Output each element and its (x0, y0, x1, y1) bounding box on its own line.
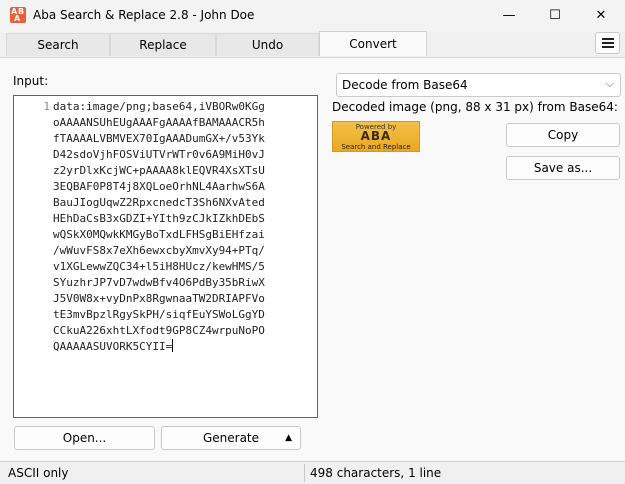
generate-label: Generate (202, 431, 260, 445)
code-line: CCkuA226xhtLXfodt9GP8CZ4wrpuNoPO (53, 324, 265, 337)
title-bar: A B A Aba Search & Replace 2.8 - John Do… (0, 0, 625, 32)
arrow-up-icon: ▲ (285, 433, 292, 443)
input-label: Input: (13, 74, 49, 88)
tab-convert[interactable]: Convert (319, 31, 427, 56)
code-line: wQSkX0MQwkKMGyBoTxdLFHSgBiEHfzai (53, 228, 265, 241)
status-divider (304, 464, 305, 482)
tab-bar: Search Replace Undo Convert (6, 31, 580, 57)
code-line: tE3mvBpzlRgySkPH/siqfEuYSWoLGgYD (53, 308, 265, 321)
maximize-button[interactable]: ☐ (532, 0, 578, 32)
copy-button[interactable]: Copy (506, 123, 620, 147)
close-icon: ✕ (595, 8, 607, 23)
code-line: D42sdoVjhFOSViUTVrWTr0v6A9MiH0vJ (53, 148, 265, 161)
tab-replace[interactable]: Replace (110, 33, 216, 56)
line-number: 1 (43, 100, 50, 113)
chevron-down-icon: ⌵ (605, 77, 614, 90)
minimize-button[interactable]: — (486, 0, 532, 32)
logo-text-line: ABA (360, 129, 392, 143)
tab-undo[interactable]: Undo (216, 33, 319, 56)
maximize-icon: ☐ (549, 8, 561, 23)
code-line: 3EQBAF0P8T4j8XQLoeOrhNL4AarhwS6A (53, 180, 265, 193)
decoded-image-preview: Powered by ABA Search and Replace (332, 121, 420, 152)
code-line: z2yrDlxKcjWC+pAAAA8klEQVR4XsXTsU (53, 164, 265, 177)
status-encoding: ASCII only (8, 466, 69, 480)
decoded-result-label: Decoded image (png, 88 x 31 px) from Bas… (332, 100, 618, 114)
code-line: data:image/png;base64,iVBORw0KGg (53, 100, 265, 113)
menu-button[interactable] (595, 32, 620, 54)
open-button[interactable]: Open... (14, 426, 155, 450)
close-button[interactable]: ✕ (578, 0, 624, 32)
tab-search[interactable]: Search (6, 33, 110, 56)
convert-mode-value: Decode from Base64 (342, 78, 468, 92)
input-editor[interactable]: 1 data:image/png;base64,iVBORw0KGg oAAAA… (13, 95, 318, 418)
app-icon: A B A (10, 7, 26, 23)
minimize-icon: — (502, 8, 516, 23)
code-line: BauJIogUqwZ2RpxcnedcT3Sh6NXvAted (53, 196, 265, 209)
code-line: QAAAAASUVORK5CYII= (53, 340, 173, 353)
code-line: SYuzhrJP7vD7wdwBfv4O6PdBy35bRiwX (53, 276, 265, 289)
status-bar: ASCII only 498 characters, 1 line (0, 461, 625, 484)
convert-mode-select[interactable]: Decode from Base64 ⌵ (336, 73, 621, 97)
status-stats: 498 characters, 1 line (310, 466, 442, 480)
input-text[interactable]: data:image/png;base64,iVBORw0KGg oAAAANS… (53, 99, 265, 355)
text-caret (172, 339, 174, 352)
logo-text-line: Search and Replace (341, 143, 411, 151)
code-line: HEhDaCsB3xGDZI+YIth9zCJkIZkhDEbS (53, 212, 265, 225)
code-line: /wWuvFS8x7eXh6ewxcbyXmvXy94+PTq/ (53, 244, 265, 257)
window-title: Aba Search & Replace 2.8 - John Doe (33, 8, 255, 22)
generate-button[interactable]: Generate ▲ (161, 426, 301, 450)
code-line: fTAAAALVBMVEX70IgAAADumGX+/v53Yk (53, 132, 265, 145)
save-as-button[interactable]: Save as... (506, 156, 620, 180)
code-line: oAAAANSUhEUgAAAFgAAAAfBAMAAACR5h (53, 116, 265, 129)
code-line: J5V0W8x+vyDnPx8RgwnaaTW2DRIAPFVo (53, 292, 265, 305)
app-icon-letter: A (14, 14, 21, 23)
code-line: v1XGLewwZQC34+l5iH8HUcz/kewHMS/5 (53, 260, 265, 273)
